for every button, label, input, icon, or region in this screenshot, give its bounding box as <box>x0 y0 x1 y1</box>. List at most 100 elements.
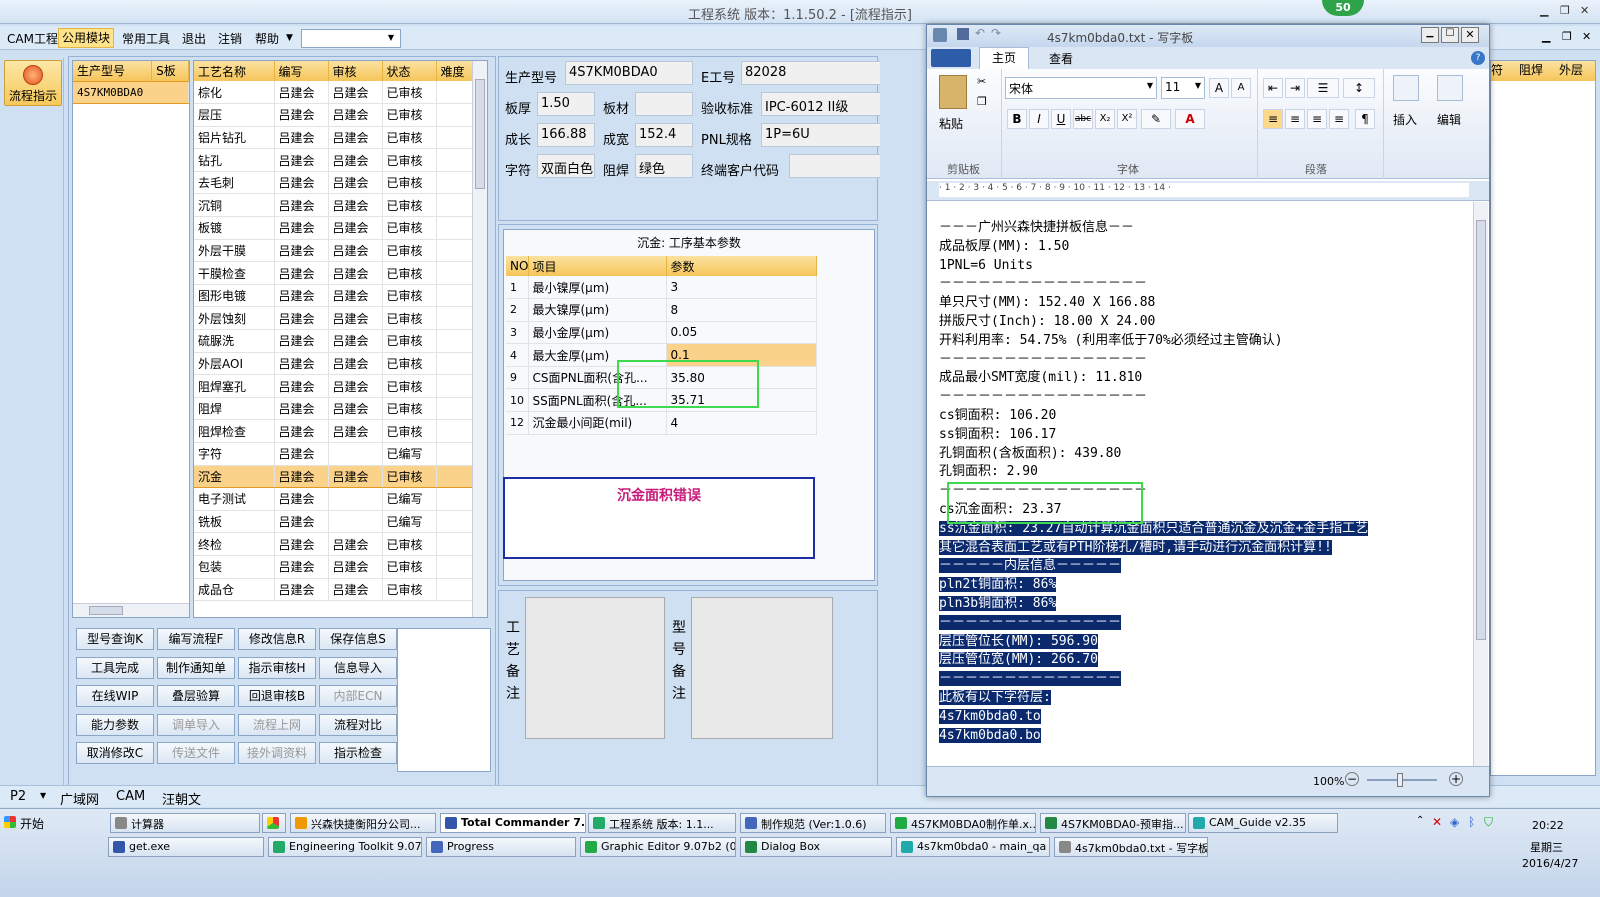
align-left-icon[interactable]: ≡ <box>1263 109 1283 129</box>
taskbar-button[interactable]: Total Commander 7... <box>440 813 586 833</box>
table-row[interactable]: 外层AOI 吕建会 吕建会 已审核 <box>194 352 473 376</box>
tray-expand-icon[interactable]: ⌃ <box>1416 815 1424 826</box>
table-row[interactable]: 3 最小金厚(μm) 0.05 <box>506 321 817 345</box>
subscript-icon[interactable]: X₂ <box>1095 109 1115 129</box>
list-icon[interactable]: ☰ <box>1307 78 1339 98</box>
wp-vscroll[interactable] <box>1473 202 1488 766</box>
table-row[interactable]: 铝片钻孔 吕建会 吕建会 已审核 <box>194 126 473 150</box>
action-button[interactable]: 型号查询K <box>76 628 154 650</box>
action-button[interactable]: 调单导入 <box>157 713 235 736</box>
action-button[interactable]: 保存信息S <box>319 628 397 650</box>
indent-icon[interactable]: ⇥ <box>1285 78 1305 98</box>
underline-icon[interactable]: U <box>1051 109 1071 129</box>
model-remark-memo[interactable] <box>691 597 833 739</box>
table-row[interactable]: 层压 吕建会 吕建会 已审核 <box>194 103 473 127</box>
process-col-0[interactable]: 工艺名称 <box>194 61 275 81</box>
help-icon[interactable]: ? <box>1471 51 1485 65</box>
doc-line[interactable]: －－－－－－－－－－－－－－－－ <box>939 275 1469 294</box>
tray-x-icon[interactable]: ✕ <box>1432 815 1442 829</box>
process-remark-memo[interactable] <box>525 597 665 739</box>
doc-line[interactable]: pln2t铜面积: 86% <box>939 576 1469 595</box>
action-button[interactable]: 回退审核B <box>238 685 316 707</box>
doc-line[interactable]: ss铜面积: 106.17 <box>939 426 1469 445</box>
action-button[interactable]: 制作通知单 <box>157 656 235 679</box>
doc-line[interactable]: －－－－－－－－－－－－－－ <box>939 670 1469 689</box>
table-row[interactable]: 沉铜 吕建会 吕建会 已审核 <box>194 193 473 218</box>
std-field[interactable]: IPC-6012 II级 <box>761 92 881 116</box>
doc-line[interactable]: 4s7km0bda0.bo <box>939 727 1469 746</box>
table-row[interactable]: 板镀 吕建会 吕建会 已审核 <box>194 216 473 240</box>
taskbar-button[interactable]: Graphic Editor 9.07b2 (0... <box>580 837 736 857</box>
doc-line[interactable]: 成品最小SMT宽度(mil): 11.810 <box>939 369 1469 388</box>
undo-icon[interactable]: ↶ <box>975 26 985 40</box>
taskbar-button[interactable]: 4s7km0bda0 - main_qa <box>896 837 1050 857</box>
wp-max-icon[interactable]: ☐ <box>1441 27 1459 43</box>
action-button[interactable]: 编写流程F <box>157 628 235 650</box>
params-col-1[interactable]: 项目 <box>528 256 667 276</box>
pnl-field[interactable]: 1P=6U <box>761 123 881 147</box>
params-col-2[interactable]: 参数 <box>666 256 817 276</box>
cut-icon[interactable]: ✂ <box>977 75 986 88</box>
tab-home[interactable]: 主页 <box>979 47 1029 69</box>
table-row[interactable]: 钻孔 吕建会 吕建会 已审核 <box>194 148 473 172</box>
clock-date[interactable]: 2016/4/27 <box>1522 857 1578 870</box>
strikethrough-icon[interactable]: abc <box>1073 109 1093 129</box>
mat-field[interactable] <box>635 92 693 116</box>
menu-help[interactable]: 帮助 <box>255 30 279 47</box>
mdi-close-icon[interactable]: ✕ <box>1582 30 1591 43</box>
help-dropdown-icon[interactable]: ▼ <box>286 33 293 43</box>
insert-picture-icon[interactable] <box>1393 75 1419 101</box>
right-col-2[interactable]: 阻焊 <box>1519 61 1543 78</box>
tray-shield-icon[interactable]: ⛉ <box>1484 815 1493 830</box>
action-button[interactable]: 接外调资料 <box>238 742 316 764</box>
taskbar-button[interactable]: 工程系统 版本: 1.1... <box>588 813 736 833</box>
zoom-out-icon[interactable]: − <box>1345 772 1359 786</box>
taskbar-button[interactable]: 制作规范 (Ver:1.0.6) <box>740 813 886 833</box>
table-row[interactable]: 干膜检查 吕建会 吕建会 已审核 <box>194 261 473 285</box>
doc-line[interactable]: －－－－－－－－－－－－－－－－ <box>939 351 1469 370</box>
action-button[interactable]: 流程对比 <box>319 713 397 736</box>
italic-icon[interactable]: I <box>1029 109 1049 129</box>
superscript-icon[interactable]: X² <box>1117 109 1137 129</box>
doc-line[interactable]: 单只尺寸(MM): 152.40 X 166.88 <box>939 294 1469 313</box>
doc-line[interactable]: －－－广州兴森快捷拼板信息－－ <box>939 219 1469 238</box>
action-button[interactable]: 取消修改C <box>76 742 154 764</box>
copy-icon[interactable]: ❐ <box>977 95 987 108</box>
process-col-1[interactable]: 编写 <box>274 61 329 81</box>
table-row[interactable]: 阻焊 吕建会 吕建会 已审核 <box>194 397 473 421</box>
clock-time[interactable]: 20:22 <box>1532 819 1564 832</box>
mdi-restore-icon[interactable]: ❐ <box>1562 30 1572 43</box>
table-row[interactable]: 棕化 吕建会 吕建会 已审核 <box>194 81 473 105</box>
font-color-icon[interactable]: A <box>1175 109 1205 129</box>
doc-line[interactable]: 开料利用率: 54.75% (利用率低于70%必须经过主管确认) <box>939 332 1469 351</box>
model-row[interactable]: 4S7KM0BDA0 <box>73 80 189 105</box>
wp-ruler[interactable]: · 1 · 2 · 3 · 4 · 5 · 6 · 7 · 8 · 9 · 10… <box>927 181 1489 201</box>
mdi-min-icon[interactable]: ▁ <box>1542 30 1550 43</box>
grow-font-icon[interactable]: A <box>1209 78 1229 98</box>
taskbar-button[interactable]: 4S7KM0BDA0-预审指... <box>1040 813 1186 833</box>
doc-line[interactable]: 其它混合表面工艺或有PTH阶梯孔/槽时,请手动进行沉金面积计算!! <box>939 539 1469 558</box>
doc-line[interactable]: －－－－－－－－－－－－－－－－ <box>939 388 1469 407</box>
doc-line[interactable]: 层压管位长(MM): 596.90 <box>939 633 1469 652</box>
table-row[interactable]: 沉金 吕建会 吕建会 已审核 <box>194 464 473 489</box>
restore-icon[interactable]: ❐ <box>1560 4 1570 17</box>
paste-icon[interactable] <box>939 75 967 109</box>
action-button[interactable]: 叠层验算 <box>157 685 235 707</box>
start-button[interactable]: 开始 <box>2 813 50 833</box>
redo-icon[interactable]: ↷ <box>991 26 1001 40</box>
tab-view[interactable]: 查看 <box>1049 50 1073 67</box>
table-row[interactable]: 字符 吕建会 已编写 <box>194 442 473 466</box>
table-row[interactable]: 去毛刺 吕建会 吕建会 已审核 <box>194 171 473 195</box>
taskbar-button[interactable]: get.exe <box>108 837 264 857</box>
process-vscroll[interactable] <box>472 61 487 617</box>
close-icon[interactable]: ✕ <box>1580 4 1589 17</box>
paragraph-icon[interactable]: ¶ <box>1355 109 1375 129</box>
col-s[interactable]: S板 <box>151 61 189 81</box>
table-row[interactable]: 阻焊塞孔 吕建会 吕建会 已审核 <box>194 374 473 398</box>
highlight-color-icon[interactable]: ✎ <box>1141 109 1171 129</box>
action-button[interactable]: 传送文件 <box>157 742 235 764</box>
menu-common[interactable]: 公用模块 <box>58 28 115 48</box>
outdent-icon[interactable]: ⇤ <box>1263 78 1283 98</box>
font-size-select[interactable]: 11 ▼ <box>1161 77 1205 99</box>
mask-field[interactable]: 绿色 <box>635 154 693 178</box>
